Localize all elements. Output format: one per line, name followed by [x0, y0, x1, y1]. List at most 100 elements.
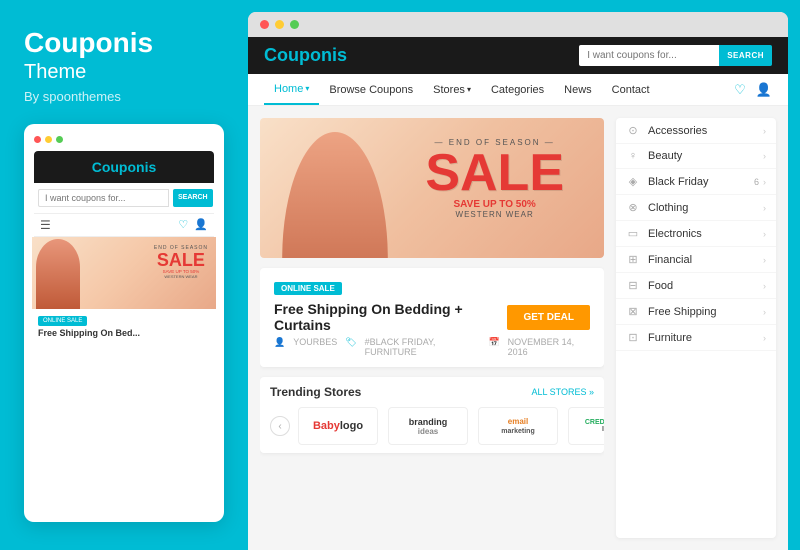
category-financial-label: Financial — [648, 254, 692, 266]
mobile-nav-icons: ♡ 👤 — [178, 218, 208, 231]
brand-name: Couponis — [24, 28, 224, 59]
logo-s: s — [337, 45, 347, 65]
furniture-icon: ⊡ — [626, 331, 640, 344]
site-header: Couponis SEARCH — [248, 37, 788, 74]
category-arrow: › — [763, 255, 766, 265]
mobile-search-button[interactable]: SEARCH — [173, 189, 213, 207]
main-banner: — END OF SEASON — SALE SAVE UP TO 50% WE… — [260, 118, 604, 258]
category-accessories[interactable]: ⊙ Accessories › — [616, 118, 776, 144]
category-arrow: › — [763, 177, 766, 187]
account-icon[interactable]: 👤 — [194, 218, 208, 231]
category-arrow: › — [763, 281, 766, 291]
coupon-badge: ONLINE SALE — [274, 282, 342, 295]
banner-text-area: — END OF SEASON — SALE SAVE UP TO 50% WE… — [425, 138, 564, 219]
logo-coupon: Coupon — [264, 45, 332, 65]
browser-content: Couponis SEARCH Home ▾ Browse Coupons St… — [248, 37, 788, 550]
category-clothing-label: Clothing — [648, 202, 688, 214]
category-arrow: › — [763, 126, 766, 136]
category-black-friday[interactable]: ◈ Black Friday 6 › — [616, 169, 776, 195]
left-panel: Couponis Theme By spoonthemes Couponis S… — [0, 0, 248, 550]
mobile-coupon-title: Free Shipping On Bed... — [34, 328, 214, 344]
mobile-banner-text: END OF SEASON SALE SAVE UP TO 50% WESTER… — [154, 245, 208, 279]
coupon-tags: #BLACK FRIDAY, FURNITURE — [365, 337, 481, 357]
mobile-logo-coupon: Coupon — [92, 159, 145, 175]
category-food-label: Food — [648, 280, 673, 292]
store-branding-ideas[interactable]: brandingideas — [388, 407, 468, 445]
nav-contact[interactable]: Contact — [602, 74, 660, 105]
header-search-button[interactable]: SEARCH — [719, 45, 772, 66]
category-arrow: › — [763, 333, 766, 343]
all-stores-link[interactable]: ALL STORES » — [531, 387, 594, 397]
coupon-title: Free Shipping On Bedding + Curtains — [274, 301, 507, 333]
mobile-badge: ONLINE SALE — [34, 309, 214, 328]
mobile-banner-image: END OF SEASON SALE SAVE UP TO 50% WESTER… — [32, 237, 216, 309]
nav-stores[interactable]: Stores ▾ — [423, 74, 481, 105]
category-furniture[interactable]: ⊡ Furniture › — [616, 325, 776, 351]
stores-carousel: ‹ Babylogo brandingideas — [270, 407, 594, 445]
category-free-shipping[interactable]: ⊠ Free Shipping › — [616, 299, 776, 325]
category-black-friday-label: Black Friday — [648, 176, 709, 188]
mobile-logo-s: s — [148, 159, 156, 175]
nav-categories[interactable]: Categories — [481, 74, 554, 105]
nav-home[interactable]: Home ▾ — [264, 74, 319, 105]
category-free-shipping-label: Free Shipping — [648, 306, 717, 318]
site-nav: Home ▾ Browse Coupons Stores ▾ Categorie… — [248, 74, 788, 106]
coupon-date: NOVEMBER 14, 2016 — [508, 337, 590, 357]
coupon-source: YOURBES — [293, 337, 337, 357]
mobile-banner: END OF SEASON SALE SAVE UP TO 50% WESTER… — [32, 237, 216, 309]
category-arrow: › — [763, 203, 766, 213]
store-email-marketing[interactable]: emailmarketing — [478, 407, 558, 445]
site-logo: Couponis — [264, 45, 347, 66]
accessories-icon: ⊙ — [626, 124, 640, 137]
header-search-input[interactable] — [579, 45, 719, 66]
food-icon: ⊟ — [626, 279, 640, 292]
mobile-dot-red — [34, 136, 41, 143]
browser-titlebar — [248, 12, 788, 37]
coupon-row: Free Shipping On Bedding + Curtains GET … — [274, 301, 590, 333]
category-arrow: › — [763, 307, 766, 317]
mobile-person-figure — [36, 239, 80, 309]
brand-title: Couponis Theme — [24, 28, 224, 85]
electronics-icon: ▭ — [626, 227, 640, 240]
mobile-ww-text: WESTERN WEAR — [154, 274, 208, 279]
browser-dot-red — [260, 20, 269, 29]
stores-list: Babylogo brandingideas emailmarketin — [298, 407, 604, 445]
store-babylogo[interactable]: Babylogo — [298, 407, 378, 445]
browser-window: Couponis SEARCH Home ▾ Browse Coupons St… — [248, 12, 788, 550]
mobile-logo: Couponis — [42, 159, 206, 175]
wishlist-icon[interactable]: ♡ — [178, 218, 188, 231]
trending-header: Trending Stores ALL STORES » — [270, 385, 594, 399]
coupon-meta: 👤 YOURBES 🏷 #BLACK FRIDAY, FURNITURE 📅 N… — [274, 337, 590, 357]
coupon-calendar-icon: 📅 — [488, 337, 499, 357]
store-creditcardinc[interactable]: CREDITCARDINC — [568, 407, 604, 445]
mobile-online-sale-badge: ONLINE SALE — [38, 316, 87, 326]
header-search: SEARCH — [579, 45, 772, 66]
category-financial[interactable]: ⊞ Financial › — [616, 247, 776, 273]
black-friday-count: 6 — [754, 177, 759, 187]
get-deal-button[interactable]: GET DEAL — [507, 305, 590, 330]
categories-sidebar: ⊙ Accessories › ♀ Beauty › ◈ Black Frida — [616, 118, 776, 538]
coupon-tag-icon: 🏷 — [345, 337, 356, 357]
category-electronics[interactable]: ▭ Electronics › — [616, 221, 776, 247]
mobile-search-bar: SEARCH — [38, 189, 210, 207]
category-beauty-label: Beauty — [648, 150, 682, 162]
hamburger-icon[interactable]: ☰ — [40, 218, 51, 232]
mobile-dot-yellow — [45, 136, 52, 143]
nav-links: Home ▾ Browse Coupons Stores ▾ Categorie… — [264, 74, 660, 105]
nav-news[interactable]: News — [554, 74, 602, 105]
nav-browse-coupons[interactable]: Browse Coupons — [319, 74, 423, 105]
brand-by: By spoonthemes — [24, 89, 224, 104]
nav-wishlist-icon[interactable]: ♡ — [734, 82, 746, 98]
category-food[interactable]: ⊟ Food › — [616, 273, 776, 299]
category-arrow: › — [763, 151, 766, 161]
category-accessories-label: Accessories — [648, 125, 707, 137]
carousel-prev-button[interactable]: ‹ — [270, 416, 290, 436]
category-beauty[interactable]: ♀ Beauty › — [616, 144, 776, 169]
nav-account-icon[interactable]: 👤 — [756, 82, 772, 98]
category-clothing[interactable]: ⊗ Clothing › — [616, 195, 776, 221]
financial-icon: ⊞ — [626, 253, 640, 266]
mobile-search-input[interactable] — [38, 189, 169, 207]
coupon-card: ONLINE SALE Free Shipping On Bedding + C… — [260, 268, 604, 367]
mobile-dot-green — [56, 136, 63, 143]
mobile-window-controls — [34, 136, 214, 143]
